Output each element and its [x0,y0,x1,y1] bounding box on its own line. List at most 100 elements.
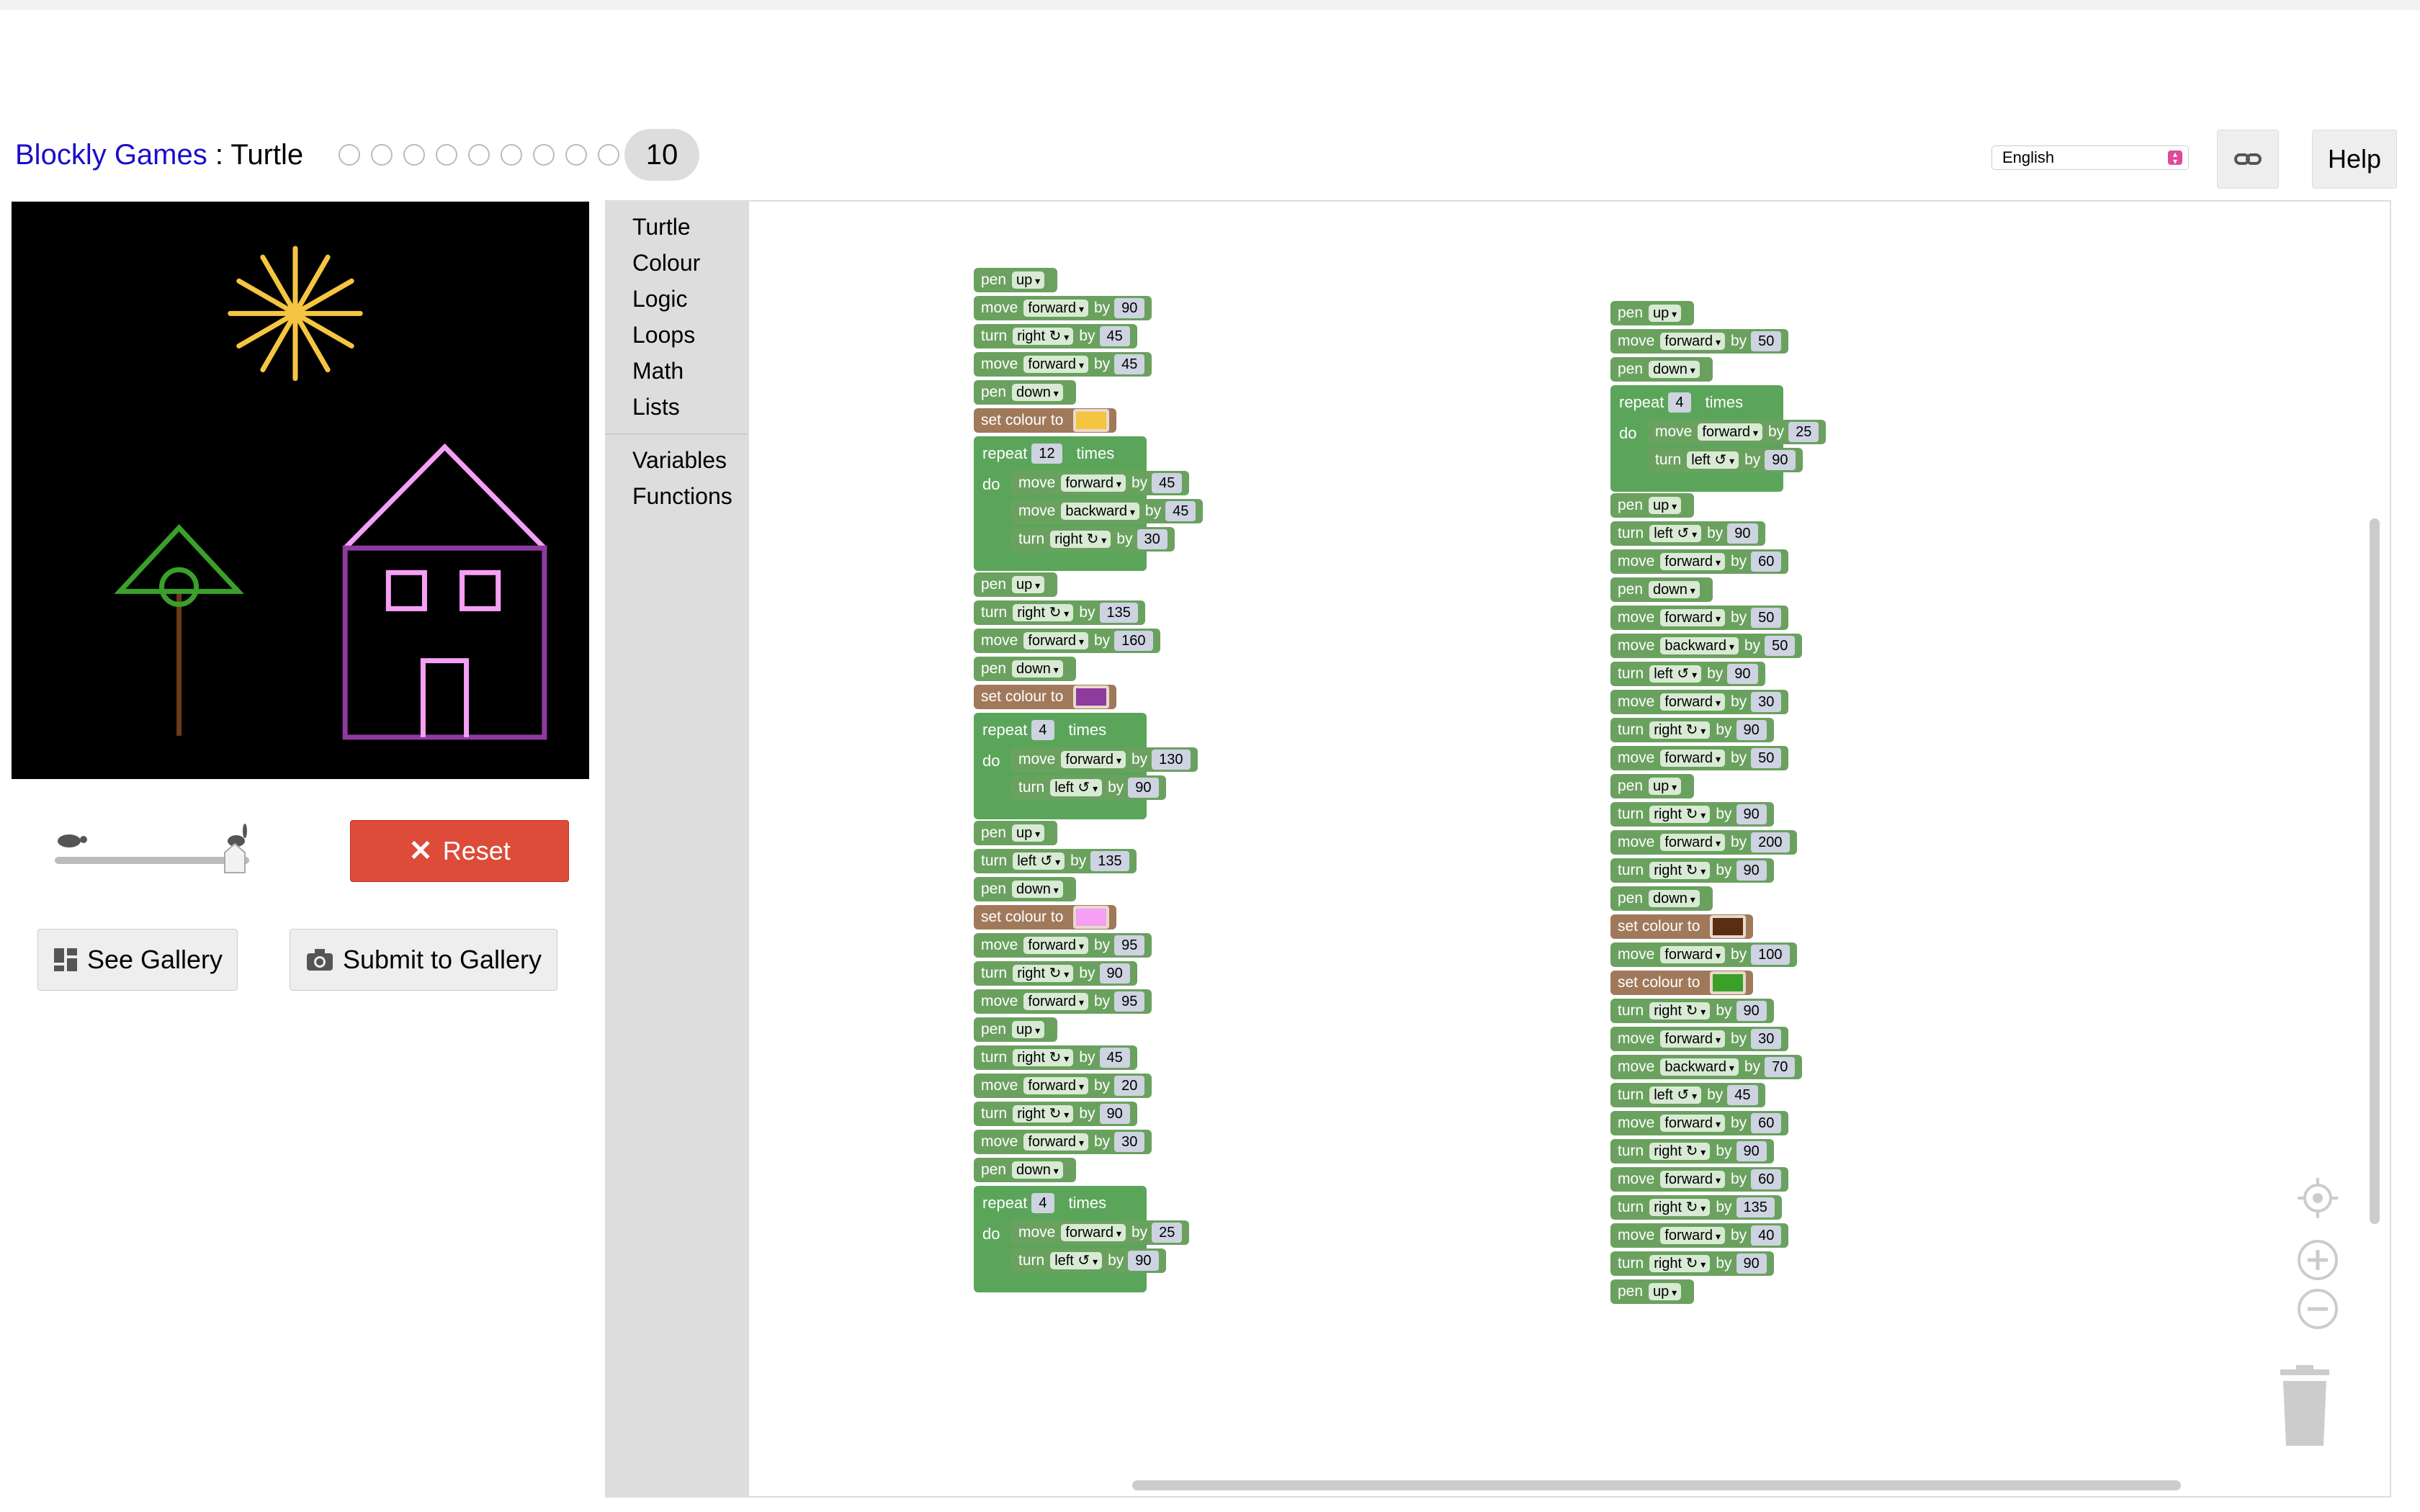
turn-direction-dropdown[interactable]: right ↻ [1013,965,1074,982]
move-direction-dropdown[interactable]: backward [1660,637,1739,654]
move-direction-dropdown[interactable]: forward [1023,993,1088,1010]
turn-block[interactable]: turn right ↻ by90 [1610,1251,1774,1276]
turn-direction-dropdown[interactable]: left ↺ [1013,852,1065,870]
move-direction-dropdown[interactable]: forward [1023,937,1088,954]
speed-slider[interactable] [50,821,259,878]
pen-dropdown[interactable]: up [1012,824,1045,842]
move-block[interactable]: move forward by50 [1610,606,1789,630]
move-block[interactable]: move forward by90 [974,296,1152,320]
number-input[interactable]: 200 [1751,832,1790,852]
move-direction-dropdown[interactable]: forward [1660,1171,1725,1188]
repeat-count-input[interactable]: 4 [1031,720,1054,740]
number-input[interactable]: 90 [1736,804,1767,824]
move-block[interactable]: move forward by200 [1610,830,1797,855]
pen-block[interactable]: pen down [974,877,1076,901]
move-block[interactable]: move forward by25 [1648,420,1827,444]
turn-block[interactable]: turn right ↻ by135 [1610,1195,1782,1220]
number-input[interactable]: 45 [1099,326,1130,346]
number-input[interactable]: 160 [1114,631,1153,651]
link-button[interactable] [2217,130,2279,189]
turn-block[interactable]: turn left ↺ by135 [974,849,1137,873]
set-colour-block[interactable]: set colour to [974,408,1117,433]
colour-swatch[interactable] [1073,409,1110,432]
move-block[interactable]: move backward by50 [1610,634,1803,658]
turn-block[interactable]: turn right ↻ by135 [974,600,1145,625]
move-block[interactable]: move forward by60 [1610,1111,1789,1135]
submit-to-gallery-button[interactable]: Submit to Gallery [290,929,557,991]
pen-block[interactable]: pen down [974,380,1076,405]
colour-swatch[interactable] [1710,915,1747,938]
turn-direction-dropdown[interactable]: right ↻ [1649,721,1711,739]
number-input[interactable]: 90 [1727,523,1758,544]
pen-dropdown[interactable]: down [1649,361,1700,378]
toolbox-category-loops[interactable]: Loops [605,317,748,353]
toolbox-category-functions[interactable]: Functions [605,478,748,514]
move-block[interactable]: move forward by60 [1610,1167,1789,1192]
colour-swatch[interactable] [1710,971,1747,994]
horizontal-scrollbar[interactable] [1132,1480,2181,1490]
number-input[interactable]: 50 [1751,331,1782,351]
turn-block[interactable]: turn left ↺ by45 [1610,1083,1765,1107]
number-input[interactable]: 135 [1090,851,1129,871]
move-block[interactable]: move forward by60 [1610,549,1789,574]
number-input[interactable]: 50 [1751,608,1782,628]
turn-direction-dropdown[interactable]: right ↻ [1649,1002,1711,1020]
turn-direction-dropdown[interactable]: right ↻ [1649,1199,1711,1216]
move-direction-dropdown[interactable]: forward [1660,1030,1725,1048]
move-direction-dropdown[interactable]: forward [1660,333,1725,350]
number-input[interactable]: 45 [1152,473,1183,493]
move-direction-dropdown[interactable]: forward [1660,750,1725,767]
turn-block[interactable]: turn right ↻ by45 [974,324,1137,348]
move-block[interactable]: move forward by50 [1610,329,1789,354]
number-input[interactable]: 60 [1751,1113,1782,1133]
number-input[interactable]: 90 [1736,860,1767,881]
pen-dropdown[interactable]: down [1012,660,1063,678]
move-block[interactable]: move forward by160 [974,629,1160,653]
current-level-badge[interactable]: 10 [624,129,699,181]
level-dot[interactable] [403,144,425,166]
number-input[interactable]: 45 [1114,354,1145,374]
pen-block[interactable]: pen down [974,657,1076,681]
number-input[interactable]: 95 [1114,991,1145,1012]
number-input[interactable]: 90 [1765,450,1796,470]
level-dot[interactable] [468,144,490,166]
number-input[interactable]: 60 [1751,1169,1782,1189]
pen-block[interactable]: pen up [974,1017,1058,1042]
number-input[interactable]: 20 [1114,1076,1145,1096]
turn-block[interactable]: turn left ↺ by90 [1610,662,1765,686]
move-block[interactable]: move forward by100 [1610,942,1797,967]
toolbox-category-turtle[interactable]: Turtle [605,209,748,245]
pen-block[interactable]: pen up [974,572,1058,597]
number-input[interactable]: 40 [1751,1225,1782,1246]
number-input[interactable]: 25 [1788,422,1819,442]
number-input[interactable]: 90 [1128,778,1159,798]
turn-direction-dropdown[interactable]: right ↻ [1649,806,1711,823]
move-block[interactable]: move forward by30 [1610,690,1789,714]
number-input[interactable]: 90 [1099,963,1130,984]
number-input[interactable]: 100 [1751,945,1790,965]
pen-dropdown[interactable]: up [1649,778,1682,795]
number-input[interactable]: 60 [1751,552,1782,572]
move-direction-dropdown[interactable]: forward [1023,356,1088,373]
toolbox-category-logic[interactable]: Logic [605,281,748,317]
number-input[interactable]: 90 [1736,1001,1767,1021]
move-block[interactable]: move backward by70 [1610,1055,1803,1079]
pen-dropdown[interactable]: down [1649,581,1700,598]
level-dot[interactable] [339,144,360,166]
turn-direction-dropdown[interactable]: left ↺ [1649,665,1702,683]
toolbox-category-lists[interactable]: Lists [605,389,748,425]
move-block[interactable]: move forward by95 [974,989,1152,1014]
turn-block[interactable]: turn right ↻ by90 [1610,999,1774,1023]
toolbox-category-colour[interactable]: Colour [605,245,748,281]
turn-direction-dropdown[interactable]: right ↻ [1649,862,1711,879]
zoom-out-icon[interactable] [2296,1287,2339,1331]
number-input[interactable]: 50 [1751,748,1782,768]
move-block[interactable]: move forward by20 [974,1074,1152,1098]
pen-block[interactable]: pen up [1610,774,1695,798]
move-direction-dropdown[interactable]: forward [1023,1077,1088,1094]
number-input[interactable]: 90 [1736,720,1767,740]
pen-dropdown[interactable]: down [1012,384,1063,401]
turn-direction-dropdown[interactable]: right ↻ [1649,1255,1711,1272]
zoom-in-icon[interactable] [2296,1238,2339,1282]
move-direction-dropdown[interactable]: backward [1660,1058,1739,1076]
